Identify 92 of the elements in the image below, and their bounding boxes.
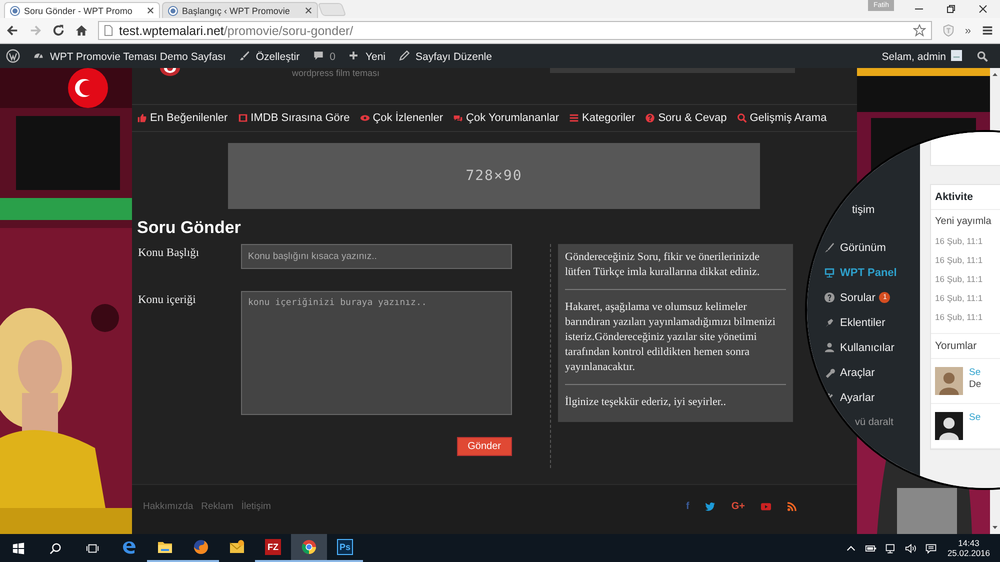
notice-text: Göndereceğiniz Soru, fikir ve önerilerinizde lütfen Türkçe imla kurallarına dikkat ediniz.	[565, 250, 761, 280]
close-icon[interactable]	[978, 4, 988, 14]
ad-size-label: 728×90	[466, 168, 522, 184]
reload-icon[interactable]	[52, 24, 65, 37]
extensions-overflow[interactable]: »	[964, 24, 971, 36]
envelope-icon	[229, 539, 245, 555]
browser-tab[interactable]: Başlangıç ‹ WPT Promovie	[162, 2, 318, 18]
edge-icon	[121, 539, 137, 555]
close-icon[interactable]	[147, 7, 154, 14]
network-icon[interactable]	[885, 542, 898, 554]
site-favicon	[168, 6, 178, 16]
widget-heading: Yeni yayımla	[935, 216, 992, 227]
activity-date: 16 Şub, 11:1	[935, 273, 984, 286]
admin-menu-item[interactable]: Görünüm	[840, 242, 886, 254]
activity-date: 16 Şub, 11:1	[935, 292, 984, 305]
nav-link[interactable]: Gelişmiş Arama	[736, 112, 827, 124]
submit-button[interactable]: Gönder	[456, 437, 512, 456]
clock[interactable]: 14:43 25.02.2016	[947, 538, 990, 558]
widget-title: Aktivite	[931, 185, 1000, 210]
question-icon	[645, 113, 656, 123]
avatar	[935, 367, 963, 395]
firefox-icon	[193, 539, 209, 555]
chrome-icon	[301, 539, 317, 555]
eye-icon	[360, 113, 370, 123]
site-link[interactable]: WPT Promovie Teması Demo Sayfası	[33, 50, 226, 62]
avatar	[935, 412, 963, 440]
wordpress-icon[interactable]	[6, 49, 20, 63]
admin-menu-item[interactable]: Araçlar	[840, 366, 875, 378]
customize-link[interactable]: Özelleştir	[238, 50, 300, 62]
card-background	[930, 132, 1000, 166]
new-link[interactable]: Yeni	[348, 50, 386, 62]
rss-icon[interactable]	[787, 502, 797, 511]
restore-icon[interactable]	[946, 4, 956, 14]
film-icon	[238, 113, 248, 123]
notice-text: Hakaret, aşağılama ve olumsuz kelimeler barındıran yazıları yayınlamadığımızı bilmenizi isteriz.Göndereceğiniz yazılar site yönetimi tarafından kontrol edildikten hemen sonra yayınlanacaktır.	[565, 300, 776, 375]
input-field[interactable]: Konu başlığını kısaca yazınız..	[241, 244, 512, 269]
browser-tab[interactable]: Soru Gönder - WPT Promo	[4, 2, 160, 18]
notifications-icon[interactable]	[925, 542, 938, 554]
field-label: Konu Başlığı	[138, 246, 200, 261]
site-favicon	[10, 6, 20, 16]
brush-icon	[238, 50, 250, 60]
taskbar-app[interactable]	[291, 534, 327, 562]
search-icon[interactable]	[977, 50, 988, 62]
admin-menu-item[interactable]: Sorular	[840, 292, 876, 304]
chat-icon	[453, 113, 464, 123]
nav-link[interactable]: Kategoriler	[569, 112, 636, 124]
comments-link[interactable]: 0	[312, 50, 336, 62]
search-icon	[736, 113, 747, 123]
activity-date: 16 Şub, 11:1	[935, 235, 984, 248]
admin-menu-item[interactable]: WPT Panel	[840, 266, 897, 278]
admin-menu-item[interactable]: tişim	[852, 204, 875, 216]
page-icon	[104, 25, 113, 36]
nav-link[interactable]: En Beğenilenler	[137, 112, 228, 124]
notice-text: İlginize teşekkür ederiz, iyi seyirler..	[565, 395, 727, 410]
field-label: Konu içeriği	[138, 293, 197, 308]
comment-excerpt: De	[969, 379, 982, 391]
social-link[interactable]: G+	[731, 501, 745, 512]
list-icon	[569, 113, 579, 123]
twitter-icon[interactable]	[705, 502, 716, 511]
home-icon[interactable]	[75, 24, 88, 37]
back-icon[interactable]	[6, 24, 19, 37]
pencil-icon	[398, 50, 410, 60]
nav-link[interactable]: Çok İzlenenler	[360, 112, 444, 124]
folder-icon	[157, 539, 173, 555]
admin-menu-item[interactable]: Ayarlar	[840, 392, 875, 404]
admin-menu-item[interactable]: Kullanıcılar	[840, 342, 894, 354]
site-tagline: wordpress film teması	[292, 68, 380, 78]
battery-icon[interactable]	[865, 542, 878, 554]
logo-drawing[interactable]	[160, 68, 180, 76]
comment-icon	[312, 50, 324, 60]
widget-heading: Yorumlar	[931, 333, 1000, 359]
youtube-icon[interactable]	[761, 502, 771, 511]
nav-link[interactable]: Çok Yorumlananlar	[453, 112, 559, 124]
nav-link[interactable]: Soru & Cevap	[645, 112, 727, 124]
plus-icon	[348, 50, 360, 60]
star-icon[interactable]	[912, 24, 926, 37]
text-area[interactable]: konu içeriğinizi buraya yazınız..	[241, 291, 512, 415]
address-bar[interactable]: test.wptemalari.net/promovie/soru-gonder/	[98, 21, 932, 40]
edit-page-link[interactable]: Sayfayı Düzenle	[398, 50, 492, 62]
admin-menu-item[interactable]: Eklentiler	[840, 316, 886, 328]
admin-menu-item[interactable]: vü daralt	[855, 417, 894, 428]
taskbar-app[interactable]: Ps	[327, 534, 363, 562]
activity-date: 16 Şub, 11:1	[935, 311, 984, 324]
close-icon[interactable]	[305, 7, 312, 14]
page-title: Soru Gönder	[137, 217, 242, 239]
thumbs-up-icon	[137, 113, 147, 123]
nav-link[interactable]: IMDB Sırasına Göre	[238, 112, 350, 124]
avatar	[951, 50, 962, 60]
search-field[interactable]	[550, 68, 795, 73]
account-menu[interactable]: Selam, admin	[882, 50, 962, 62]
volume-icon[interactable]	[905, 542, 918, 554]
activity-date: 16 Şub, 11:1	[935, 254, 984, 267]
